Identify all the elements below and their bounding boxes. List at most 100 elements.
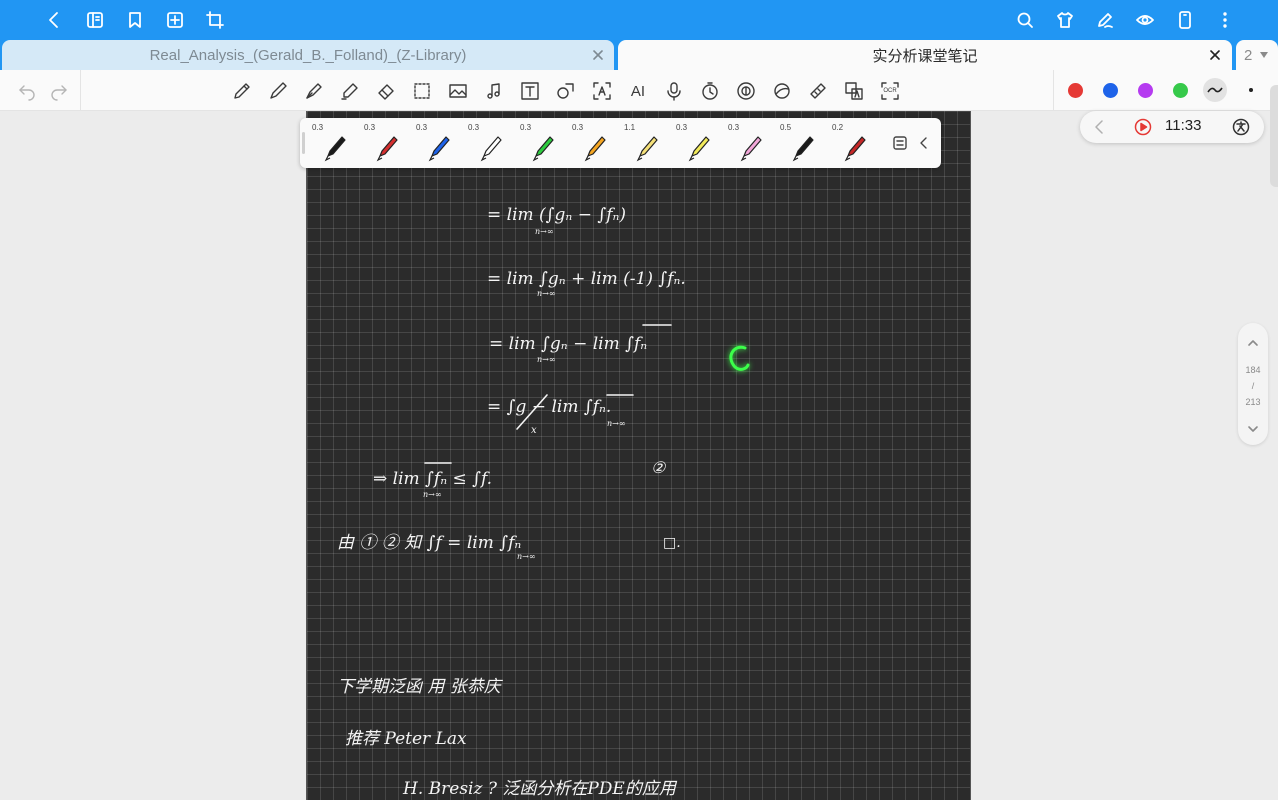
- highlighter-icon[interactable]: [337, 78, 363, 104]
- pen-preset[interactable]: 0.5: [776, 118, 828, 168]
- tab-title: Real_Analysis_(Gerald_B._Folland)_(Z-Lib…: [149, 46, 467, 64]
- image-icon[interactable]: [445, 78, 471, 104]
- tab-class-notes[interactable]: 实分析课堂笔记: [618, 40, 1232, 70]
- undo-icon[interactable]: [14, 78, 40, 104]
- fountain-pen-icon[interactable]: [301, 78, 327, 104]
- ruler-icon[interactable]: [805, 78, 831, 104]
- note-subscript: n→∞: [607, 419, 626, 428]
- pen-preset[interactable]: 0.3: [568, 118, 620, 168]
- pen-size-label: 0.3: [364, 123, 376, 132]
- color-purple[interactable]: [1138, 83, 1153, 98]
- crop-icon[interactable]: [203, 8, 227, 32]
- sticker-icon[interactable]: [733, 78, 759, 104]
- pen-preset[interactable]: 0.2: [828, 118, 880, 168]
- close-icon[interactable]: [589, 46, 607, 64]
- pen-size-label: 0.3: [468, 123, 480, 132]
- pen-settings-icon[interactable]: [890, 133, 910, 153]
- pen-preset[interactable]: 0.3: [412, 118, 464, 168]
- bookmark-icon[interactable]: [123, 8, 147, 32]
- pen-icon: [740, 136, 762, 162]
- theme-icon[interactable]: [1053, 8, 1077, 32]
- pen-icon[interactable]: [265, 78, 291, 104]
- close-icon[interactable]: [1206, 46, 1224, 64]
- pen-preset[interactable]: 0.3: [516, 118, 568, 168]
- tab-title: 实分析课堂笔记: [872, 47, 978, 65]
- pen-icon: [636, 136, 658, 162]
- color-red[interactable]: [1068, 83, 1083, 98]
- add-page-icon[interactable]: [163, 8, 187, 32]
- chevron-left-icon[interactable]: [1090, 117, 1110, 137]
- color-green[interactable]: [1173, 83, 1188, 98]
- pen-size-label: 0.3: [520, 123, 532, 132]
- pen-size-label: 0.3: [312, 123, 324, 132]
- pen-size-label: 0.2: [832, 123, 844, 132]
- library-icon[interactable]: [83, 8, 107, 32]
- side-drawer-handle[interactable]: [1270, 85, 1278, 187]
- view-icon[interactable]: [1133, 8, 1157, 32]
- pen-preset[interactable]: 0.3: [360, 118, 412, 168]
- audio-icon[interactable]: [481, 78, 507, 104]
- tab-bar: Real_Analysis_(Gerald_B._Folland)_(Z-Lib…: [0, 40, 1278, 70]
- note-qed: □.: [663, 535, 681, 551]
- timer-icon[interactable]: [697, 78, 723, 104]
- laser-pointer-icon[interactable]: [769, 78, 795, 104]
- ai-icon[interactable]: AI: [625, 78, 651, 104]
- pen-preset[interactable]: 0.3: [464, 118, 516, 168]
- pen-icon: [844, 136, 866, 162]
- stroke-style-button[interactable]: [1203, 78, 1227, 102]
- note-line: = lim (∫gₙ − ∫fₙ): [487, 205, 626, 225]
- pen-icon: [532, 136, 554, 162]
- pen-preset[interactable]: 0.3: [724, 118, 776, 168]
- pen-mode-icon[interactable]: [1093, 8, 1117, 32]
- pen-size-label: 0.3: [416, 123, 428, 132]
- drag-handle[interactable]: [302, 132, 305, 154]
- chevron-down-icon[interactable]: [1244, 420, 1262, 438]
- note-line: = lim ∫gₙ − lim ∫fₙ: [489, 334, 647, 354]
- more-icon[interactable]: [1213, 8, 1237, 32]
- pen-size-label: 0.3: [728, 123, 740, 132]
- tab-overflow[interactable]: 2: [1236, 40, 1278, 70]
- pen-icon: [376, 136, 398, 162]
- pen-preset[interactable]: 0.3: [308, 118, 360, 168]
- tab-count: 2: [1244, 46, 1253, 64]
- pen-icon: [428, 136, 450, 162]
- pen-icon: [324, 136, 346, 162]
- chevron-up-icon[interactable]: [1244, 334, 1262, 352]
- pen-preset[interactable]: 0.3: [672, 118, 724, 168]
- pen-preset[interactable]: 1.1: [620, 118, 672, 168]
- collapse-icon[interactable]: [914, 133, 934, 153]
- text-recognize-icon[interactable]: [589, 78, 615, 104]
- eraser-icon[interactable]: [373, 78, 399, 104]
- note-line: 推荐 Peter Lax: [345, 729, 467, 749]
- pen-icon: [688, 136, 710, 162]
- phone-icon[interactable]: [1173, 8, 1197, 32]
- note-subscript: n→∞: [537, 355, 556, 364]
- textbox-icon[interactable]: [517, 78, 543, 104]
- pen-size-label: 1.1: [624, 123, 636, 132]
- note-page[interactable]: = lim (∫gₙ − ∫fₙ) n→∞ = lim ∫gₙ + lim (-…: [306, 111, 971, 800]
- translate-audio-icon[interactable]: [1231, 117, 1251, 137]
- caret-down-icon: [1260, 52, 1269, 58]
- tools-bar: AI OCR: [0, 70, 1278, 111]
- color-blue[interactable]: [1103, 83, 1118, 98]
- translate-icon[interactable]: [841, 78, 867, 104]
- top-toolbar: [0, 0, 1278, 40]
- pen-icon: [792, 136, 814, 162]
- tab-real-analysis[interactable]: Real_Analysis_(Gerald_B._Folland)_(Z-Lib…: [2, 40, 614, 70]
- play-icon[interactable]: [1133, 117, 1153, 137]
- stroke-size-button[interactable]: [1249, 88, 1253, 92]
- note-line: 由 ① ② 知 ∫f = lim ∫fₙ: [337, 533, 521, 553]
- shapes-icon[interactable]: [553, 78, 579, 104]
- back-icon[interactable]: [42, 8, 66, 32]
- microphone-icon[interactable]: [661, 78, 687, 104]
- pen-size-label: 0.5: [780, 123, 792, 132]
- lasso-icon[interactable]: [409, 78, 435, 104]
- ocr-label: OCR: [883, 88, 897, 94]
- redo-icon[interactable]: [46, 78, 72, 104]
- ocr-icon[interactable]: OCR: [877, 78, 903, 104]
- note-line: 下学期泛函 用 张恭庆: [337, 677, 504, 697]
- pen-icon: [480, 136, 502, 162]
- note-subscript: x: [531, 425, 537, 436]
- pencil-icon[interactable]: [229, 78, 255, 104]
- search-icon[interactable]: [1013, 8, 1037, 32]
